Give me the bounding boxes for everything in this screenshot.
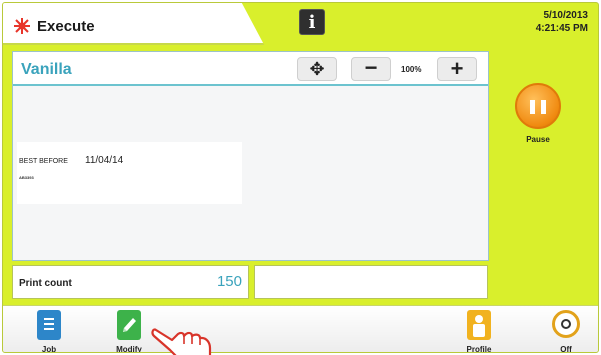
label-preview[interactable]: BEST BEFORE 11/04/14 AB3393 xyxy=(17,142,242,204)
job-button[interactable]: Job xyxy=(29,310,69,352)
execute-screen: Execute i 5/10/2013 4:21:45 PM Vanilla ✥… xyxy=(2,2,599,353)
pause-icon-bar xyxy=(541,100,546,114)
label-code: AB3393 xyxy=(19,175,34,180)
move-button[interactable]: ✥ xyxy=(297,57,337,81)
minus-icon: − xyxy=(364,55,378,80)
job-panel: Vanilla ✥ − 100% + BEST BEFORE 11/04/14 … xyxy=(12,51,489,261)
date-text: 5/10/2013 xyxy=(543,10,589,21)
time-text: 4:21:45 PM xyxy=(535,23,588,34)
zoom-level: 100% xyxy=(401,65,422,74)
print-count-label: Print count xyxy=(19,278,72,289)
print-count-value: 150 xyxy=(216,273,242,290)
pause-label: Pause xyxy=(526,135,550,144)
zoom-in-button[interactable]: + xyxy=(437,57,477,81)
datetime: 5/10/2013 4:21:45 PM xyxy=(536,9,588,35)
label-date: 11/04/14 xyxy=(85,155,124,166)
power-icon xyxy=(552,310,580,338)
modify-button[interactable]: Modify xyxy=(109,310,149,352)
pause-button[interactable] xyxy=(515,83,561,129)
page-title: Execute xyxy=(37,18,95,35)
pencil-icon xyxy=(117,310,141,340)
status-box xyxy=(254,265,488,299)
hand-pointer-icon xyxy=(151,328,212,355)
plus-icon: + xyxy=(450,56,464,81)
info-button[interactable]: i xyxy=(299,9,325,35)
label-best-before: BEST BEFORE xyxy=(19,158,68,165)
job-name: Vanilla xyxy=(21,61,72,78)
job-label: Job xyxy=(41,345,57,353)
job-toolbar: Vanilla ✥ − 100% + xyxy=(13,52,488,86)
job-icon xyxy=(37,310,61,340)
zoom-out-button[interactable]: − xyxy=(351,57,391,81)
footer-bar: Job Modify Profile Off xyxy=(3,305,598,352)
off-button[interactable]: Off xyxy=(546,310,586,352)
info-icon: i xyxy=(308,12,316,33)
laser-icon xyxy=(14,18,30,34)
off-label: Off xyxy=(560,345,572,353)
pause-icon xyxy=(530,100,535,114)
print-count-box: Print count 150 xyxy=(12,265,249,299)
profile-icon xyxy=(467,310,491,340)
header-bar: Execute xyxy=(3,3,273,45)
move-icon: ✥ xyxy=(309,59,325,79)
profile-button[interactable]: Profile xyxy=(459,310,499,352)
modify-label: Modify xyxy=(116,345,142,353)
profile-label: Profile xyxy=(466,345,492,353)
